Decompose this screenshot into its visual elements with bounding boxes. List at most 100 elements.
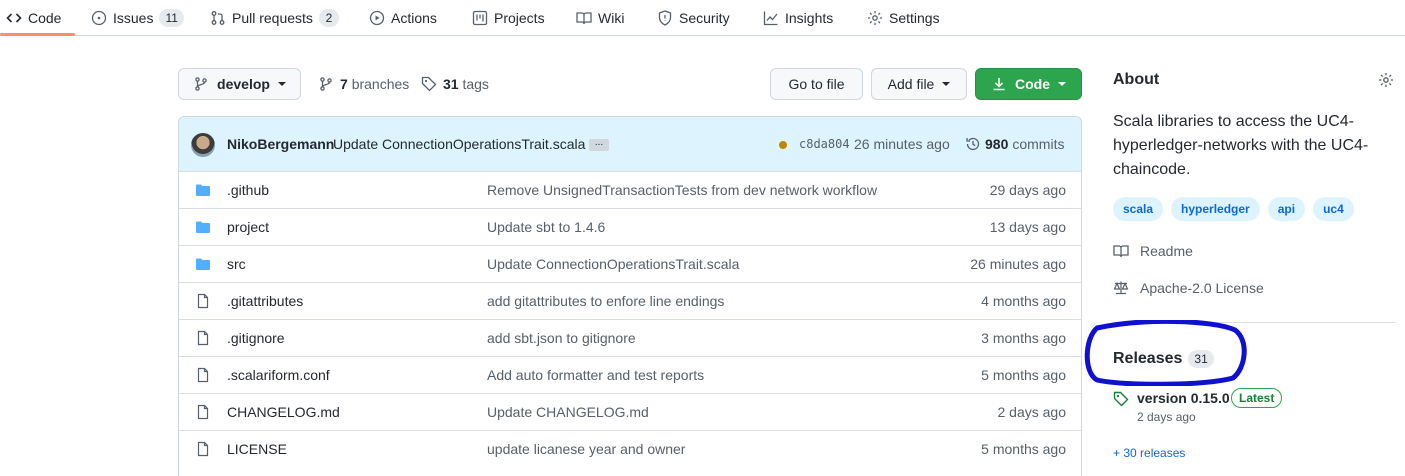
tab-wiki-label: Wiki <box>598 10 625 26</box>
topic-tag[interactable]: hyperledger <box>1171 197 1260 221</box>
table-row[interactable]: .github Remove UnsignedTransactionTests f… <box>179 171 1081 208</box>
file-name[interactable]: CHANGELOG.md <box>227 404 340 420</box>
book-icon <box>1113 245 1129 258</box>
table-row[interactable]: CHANGELOG.md Update CHANGELOG.md 2 days ag… <box>179 393 1081 430</box>
latest-release-name[interactable]: version 0.15.0 <box>1137 390 1230 406</box>
table-row[interactable]: src Update ConnectionOperationsTrait.scal… <box>179 245 1081 282</box>
file-icon <box>197 367 209 383</box>
commit-sha[interactable]: c8da804 <box>799 137 850 151</box>
file-name[interactable]: .gitignore <box>227 330 285 346</box>
file-icon <box>197 330 209 346</box>
branch-name: develop <box>217 76 270 92</box>
commits-history-link[interactable]: 980 commits <box>965 136 1064 152</box>
tab-wiki[interactable]: Wiki <box>576 0 624 36</box>
topic-tag[interactable]: scala <box>1113 197 1164 221</box>
tag-icon <box>1113 391 1129 407</box>
tab-insights[interactable]: Insights <box>763 0 833 36</box>
download-icon <box>993 78 1005 91</box>
branch-select-button[interactable]: develop <box>178 68 301 100</box>
tab-code-label: Code <box>28 10 62 26</box>
commit-author[interactable]: NikoBergemann <box>227 136 334 152</box>
table-row[interactable]: project Update sbt to 1.4.6 13 days ago <box>179 208 1081 245</box>
file-commit-message[interactable]: Update CHANGELOG.md <box>487 404 649 420</box>
file-name[interactable]: .scalariform.conf <box>227 367 330 383</box>
tags-label: tags <box>462 76 489 92</box>
about-heading: About <box>1113 71 1160 88</box>
commits-label: commits <box>1012 136 1065 152</box>
table-row[interactable]: LICENSE update licanese year and owner 5 m… <box>179 430 1081 467</box>
file-commit-message[interactable]: Add auto formatter and test reports <box>487 367 704 383</box>
go-to-file-label: Go to file <box>788 76 845 92</box>
branches-count: 7 <box>340 76 348 92</box>
tab-projects[interactable]: Projects <box>472 0 545 36</box>
file-name[interactable]: src <box>227 256 246 272</box>
more-releases-link[interactable]: + 30 releases <box>1113 446 1185 460</box>
law-icon <box>1113 281 1129 295</box>
code-download-button[interactable]: Code <box>975 68 1082 100</box>
pulls-counter: 2 <box>318 9 339 27</box>
tab-actions[interactable]: Actions <box>369 0 437 36</box>
tab-pull-requests-label: Pull requests <box>232 10 313 26</box>
folder-icon <box>196 184 210 196</box>
project-icon <box>472 10 488 26</box>
file-commit-message[interactable]: add sbt.json to gitignore <box>487 330 636 346</box>
file-age: 29 days ago <box>989 182 1066 198</box>
license-link[interactable]: Apache-2.0 License <box>1113 280 1264 296</box>
readme-link[interactable]: Readme <box>1113 243 1193 259</box>
file-name[interactable]: .github <box>227 182 269 198</box>
file-commit-message[interactable]: Remove UnsignedTransactionTests from dev… <box>487 182 877 198</box>
tab-code[interactable]: Code <box>6 0 61 36</box>
latest-release-date: 2 days ago <box>1137 410 1196 424</box>
issue-icon <box>91 10 107 26</box>
commit-message[interactable]: Update ConnectionOperationsTrait.scala <box>333 136 585 152</box>
table-row[interactable]: .scalariform.conf Add auto formatter and … <box>179 356 1081 393</box>
tab-actions-label: Actions <box>391 10 437 26</box>
go-to-file-button[interactable]: Go to file <box>770 68 863 100</box>
file-commit-message[interactable]: add gitattributes to enfore line endings <box>487 293 724 309</box>
commit-expand-button[interactable]: ... <box>589 138 609 151</box>
add-file-button[interactable]: Add file <box>871 68 967 100</box>
readme-label: Readme <box>1140 243 1193 259</box>
tab-insights-label: Insights <box>785 10 834 26</box>
play-icon <box>369 10 385 26</box>
file-age: 4 months ago <box>981 293 1066 309</box>
branches-link[interactable]: 7 branches <box>318 74 409 94</box>
file-name[interactable]: LICENSE <box>227 441 287 457</box>
gear-icon[interactable] <box>1378 72 1394 88</box>
folder-icon <box>196 221 210 233</box>
active-tab-underline <box>0 33 75 36</box>
topic-list: scala hyperledger api uc4 <box>1113 197 1354 221</box>
file-age: 26 minutes ago <box>970 256 1066 272</box>
table-row[interactable]: .gitignore add sbt.json to gitignore 3 mon… <box>179 319 1081 356</box>
chevron-down-icon <box>277 82 286 86</box>
gear-icon <box>868 11 882 25</box>
file-icon <box>197 293 209 309</box>
latest-commit-bar: NikoBergemann Update ConnectionOperation… <box>179 117 1081 172</box>
tags-link[interactable]: 31 tags <box>421 74 489 94</box>
file-name[interactable]: project <box>227 219 269 235</box>
topic-tag[interactable]: uc4 <box>1313 197 1354 221</box>
tab-settings-label: Settings <box>889 10 940 26</box>
avatar[interactable] <box>191 133 215 157</box>
file-commit-message[interactable]: Update ConnectionOperationsTrait.scala <box>487 256 739 272</box>
file-commit-message[interactable]: update licanese year and owner <box>487 441 685 457</box>
pull-request-icon <box>211 11 225 25</box>
latest-badge: Latest <box>1231 388 1283 408</box>
table-row[interactable]: .gitattributes add gitattributes to enfor… <box>179 282 1081 319</box>
file-browser: NikoBergemann Update ConnectionOperation… <box>178 116 1082 476</box>
file-icon <box>197 441 209 457</box>
branch-icon <box>195 77 207 91</box>
file-name[interactable]: .gitattributes <box>227 293 303 309</box>
tab-issues[interactable]: Issues 11 <box>91 0 184 36</box>
topic-tag[interactable]: api <box>1267 197 1306 221</box>
tab-pull-requests[interactable]: Pull requests 2 <box>210 0 339 36</box>
tab-settings[interactable]: Settings <box>867 0 940 36</box>
file-age: 3 months ago <box>981 330 1066 346</box>
status-pending-icon[interactable] <box>779 141 787 149</box>
tab-security[interactable]: Security <box>657 0 730 36</box>
add-file-label: Add file <box>887 76 935 92</box>
annotation-circle <box>1084 320 1247 386</box>
file-age: 5 months ago <box>981 441 1066 457</box>
chevron-down-icon <box>942 82 951 86</box>
file-commit-message[interactable]: Update sbt to 1.4.6 <box>487 219 605 235</box>
